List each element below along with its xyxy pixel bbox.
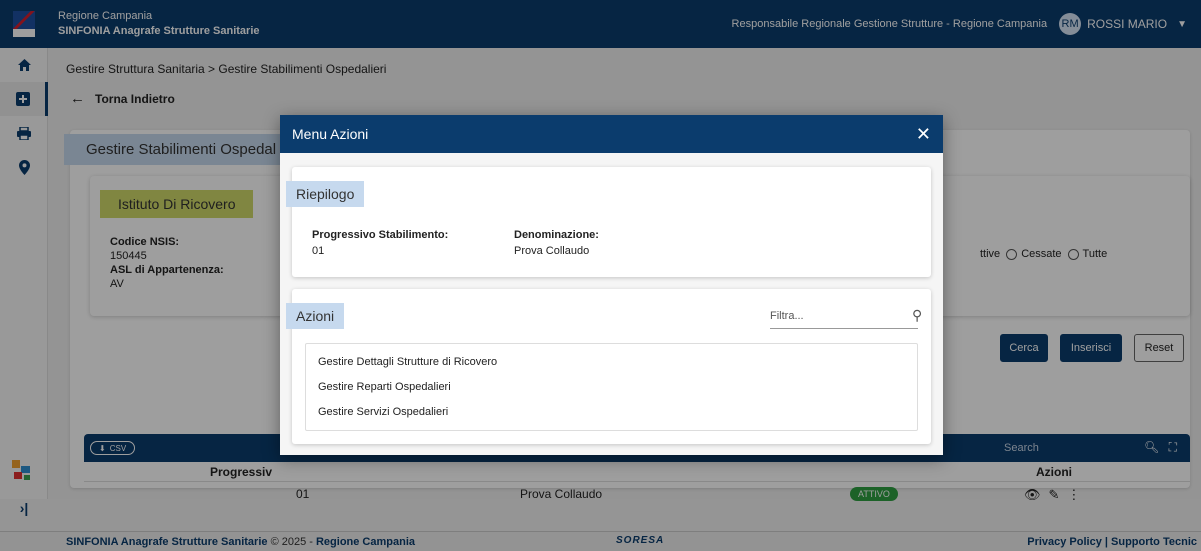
search-icon[interactable]: ⚲ [912,307,922,324]
azioni-title: Azioni [286,303,345,329]
filter-field: ⚲ [770,303,922,329]
actions-list: Gestire Dettagli Strutture di Ricovero G… [305,343,918,431]
modal-title: Menu Azioni [292,126,369,142]
action-gestire-reparti[interactable]: Gestire Reparti Ospedalieri [318,381,451,393]
close-icon[interactable]: ✕ [916,124,931,145]
denominazione-value: Prova Collaudo [514,245,590,257]
progressivo-value: 01 [312,245,325,257]
menu-azioni-modal: Menu Azioni ✕ Riepilogo Progressivo Stab… [280,115,943,455]
filter-input[interactable] [770,309,912,322]
progressivo-label: Progressivo Stabilimento: [312,229,449,241]
azioni-card: Azioni ⚲ Gestire Dettagli Strutture di R… [286,289,931,444]
denominazione-label: Denominazione: [514,229,599,241]
riepilogo-title: Riepilogo [286,181,365,207]
riepilogo-card: Riepilogo Progressivo Stabilimento: 01 D… [286,167,931,277]
action-gestire-servizi[interactable]: Gestire Servizi Ospedalieri [318,406,448,418]
action-gestire-dettagli[interactable]: Gestire Dettagli Strutture di Ricovero [318,356,497,368]
modal-header: Menu Azioni ✕ [280,115,943,153]
